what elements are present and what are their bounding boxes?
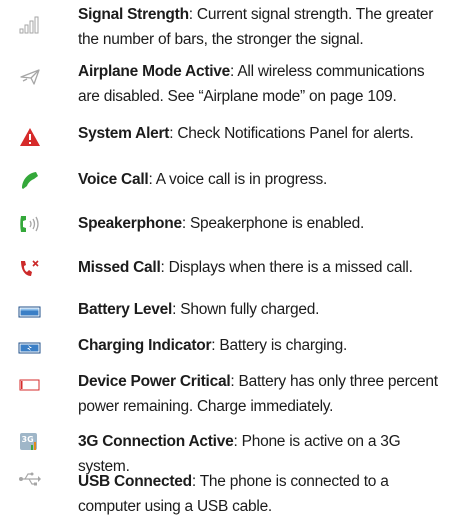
item-term: Device Power Critical bbox=[78, 373, 231, 390]
item-term: Speakerphone bbox=[78, 215, 182, 232]
list-item-text: USB Connected: The phone is connected to… bbox=[78, 469, 448, 519]
system-alert-icon bbox=[18, 127, 42, 147]
list-item-text: Charging Indicator: Battery is charging. bbox=[78, 333, 448, 358]
3g-connection-icon: 3G bbox=[18, 432, 42, 452]
usb-icon bbox=[18, 470, 42, 490]
item-description: Displays when there is a missed call. bbox=[168, 259, 413, 276]
list-item-text: Airplane Mode Active: All wireless commu… bbox=[78, 59, 448, 109]
item-term: 3G Connection Active bbox=[78, 433, 234, 450]
list-item-text: Battery Level: Shown fully charged. bbox=[78, 297, 448, 322]
item-description: Check Notifications Panel for alerts. bbox=[177, 125, 414, 142]
list-item-text: System Alert: Check Notifications Panel … bbox=[78, 121, 448, 146]
3g-label: 3G bbox=[22, 435, 34, 444]
speakerphone-icon bbox=[18, 214, 42, 234]
missed-call-icon bbox=[18, 258, 42, 278]
item-term: Signal Strength bbox=[78, 6, 189, 23]
signal-strength-icon bbox=[18, 14, 42, 34]
item-separator: : bbox=[148, 171, 156, 188]
item-description: A voice call is in progress. bbox=[155, 171, 328, 188]
list-item-text: Speakerphone: Speakerphone is enabled. bbox=[78, 211, 448, 236]
item-description: Speakerphone is enabled. bbox=[189, 215, 365, 232]
item-separator: : bbox=[230, 373, 239, 390]
voice-call-icon bbox=[18, 170, 42, 190]
airplane-icon bbox=[18, 67, 42, 87]
item-term: Battery Level bbox=[78, 301, 173, 318]
list-item-text: Missed Call: Displays when there is a mi… bbox=[78, 255, 448, 280]
item-term: System Alert bbox=[78, 125, 170, 142]
item-separator: : bbox=[181, 215, 190, 232]
item-term: Airplane Mode Active bbox=[78, 63, 231, 80]
battery-level-icon bbox=[18, 302, 42, 322]
list-item-text: Device Power Critical: Battery has only … bbox=[78, 369, 448, 419]
item-term: Voice Call bbox=[78, 171, 149, 188]
list-item-text: Signal Strength: Current signal strength… bbox=[78, 2, 448, 52]
list-item-text: Voice Call: A voice call is in progress. bbox=[78, 167, 448, 192]
item-term: Missed Call bbox=[78, 259, 161, 276]
charging-indicator-icon bbox=[18, 338, 42, 358]
battery-critical-icon bbox=[18, 375, 42, 395]
item-separator: : bbox=[233, 433, 242, 450]
item-description: Shown fully charged. bbox=[180, 301, 320, 318]
item-separator: : bbox=[188, 6, 197, 23]
item-term: Charging Indicator bbox=[78, 337, 212, 354]
item-term: USB Connected bbox=[78, 473, 192, 490]
item-separator: : bbox=[160, 259, 169, 276]
item-description: Battery is charging. bbox=[219, 337, 348, 354]
item-separator: : bbox=[191, 473, 200, 490]
